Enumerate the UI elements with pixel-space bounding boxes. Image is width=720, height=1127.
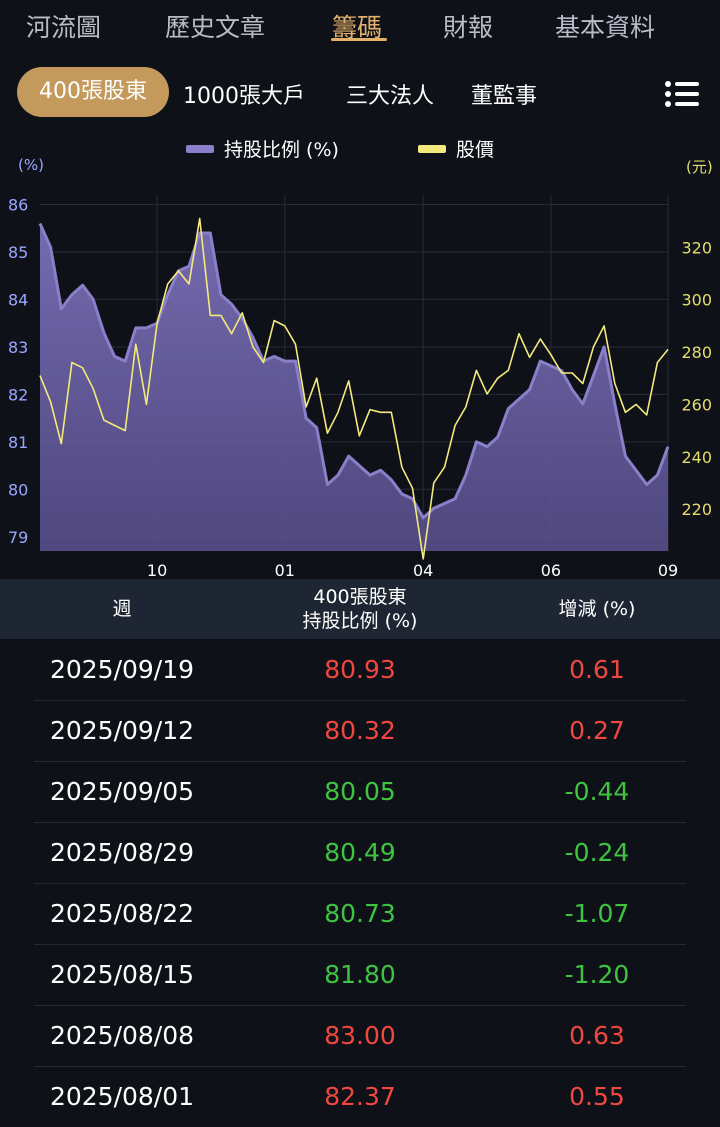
tab-basic-info[interactable]: 基本資料 (555, 8, 655, 44)
row-value: 80.49 (324, 838, 396, 867)
tab-river-chart[interactable]: 河流圖 (26, 8, 101, 44)
row-date: 2025/08/08 (49, 1021, 195, 1050)
row-date: 2025/09/12 (49, 716, 195, 745)
left-tick-label: 79 (8, 528, 28, 547)
x-tick-label: 10 (147, 561, 167, 580)
left-tick-label: 82 (8, 385, 28, 404)
row-change: -0.24 (564, 838, 630, 867)
holding-price-chart: 86 85 84 83 82 81 80 79 320 300 280 260 240 220 10 01 04… (8, 195, 712, 580)
x-tick-label: 01 (275, 561, 295, 580)
right-tick-label: 260 (681, 395, 712, 414)
header-week: 週 (112, 598, 132, 620)
left-axis-unit: (%) (18, 156, 44, 174)
active-tab-indicator (331, 38, 387, 41)
row-date: 2025/08/15 (49, 960, 195, 989)
left-tick-label: 83 (8, 338, 28, 357)
row-date: 2025/09/19 (49, 655, 195, 684)
row-change: 0.27 (569, 716, 625, 745)
sub-tab-bar: 400張股東 1000張大戶 三大法人 董監事 (0, 62, 720, 122)
tab-financials[interactable]: 財報 (443, 8, 493, 44)
row-change: 0.55 (569, 1082, 625, 1111)
row-date: 2025/08/22 (49, 899, 195, 928)
subtab-directors[interactable]: 董監事 (471, 78, 537, 110)
right-axis-unit: (元) (686, 158, 713, 176)
list-menu-icon[interactable] (664, 80, 700, 108)
table-header: 週 400張股東 持股比例 (%) 增減 (%) (0, 579, 720, 639)
table-row[interactable]: 2025/09/19 80.93 0.61 (34, 640, 686, 701)
legend-holding: 持股比例 (%) (186, 135, 339, 162)
left-tick-label: 86 (8, 195, 28, 214)
row-date: 2025/09/05 (49, 777, 195, 806)
row-value: 83.00 (324, 1021, 396, 1050)
chart-legend: 持股比例 (%) 股價 (0, 135, 720, 165)
right-tick-label: 280 (681, 343, 712, 362)
header-holding-line2: 持股比例 (%) (302, 610, 418, 632)
row-value: 82.37 (324, 1082, 396, 1111)
row-date: 2025/08/29 (49, 838, 195, 867)
header-holding-line1: 400張股東 (313, 586, 407, 608)
table-row[interactable]: 2025/09/05 80.05 -0.44 (34, 762, 686, 823)
legend-price: 股價 (418, 135, 494, 162)
table-row[interactable]: 2025/08/29 80.49 -0.24 (34, 823, 686, 884)
header-holding: 400張股東 持股比例 (%) (240, 585, 480, 633)
row-value: 80.73 (324, 899, 396, 928)
subtab-1000-holders[interactable]: 1000張大戶 (183, 78, 305, 110)
row-value: 80.93 (324, 655, 396, 684)
subtab-institutional[interactable]: 三大法人 (346, 78, 434, 110)
left-tick-label: 80 (8, 480, 28, 499)
legend-holding-label: 持股比例 (%) (224, 139, 339, 161)
row-value: 80.05 (324, 777, 396, 806)
right-tick-label: 300 (681, 291, 712, 310)
tab-history-articles[interactable]: 歷史文章 (165, 8, 265, 44)
row-value: 80.32 (324, 716, 396, 745)
row-change: -0.44 (564, 777, 630, 806)
legend-price-swatch (418, 144, 446, 153)
left-tick-label: 81 (8, 433, 28, 452)
table-row[interactable]: 2025/08/01 82.37 0.55 (34, 1067, 686, 1127)
row-change: 0.61 (569, 655, 625, 684)
row-change: -1.20 (564, 960, 630, 989)
row-change: 0.63 (569, 1021, 625, 1050)
row-value: 81.80 (324, 960, 396, 989)
left-tick-label: 85 (8, 243, 28, 262)
header-change: 增減 (%) (558, 598, 636, 620)
top-tab-bar: 河流圖 歷史文章 籌碼 財報 基本資料 (0, 0, 720, 50)
legend-holding-swatch (186, 144, 214, 153)
x-tick-label: 09 (658, 561, 678, 580)
table-row[interactable]: 2025/09/12 80.32 0.27 (34, 701, 686, 762)
row-change: -1.07 (564, 899, 630, 928)
row-date: 2025/08/01 (49, 1082, 195, 1111)
holding-area (40, 223, 668, 551)
table-row[interactable]: 2025/08/22 80.73 -1.07 (34, 884, 686, 945)
table-row[interactable]: 2025/08/15 81.80 -1.20 (34, 945, 686, 1006)
table-row[interactable]: 2025/08/08 83.00 0.63 (34, 1006, 686, 1067)
legend-price-label: 股價 (456, 139, 495, 161)
right-tick-label: 320 (681, 238, 712, 257)
x-tick-label: 06 (541, 561, 561, 580)
right-tick-label: 240 (681, 448, 712, 467)
right-tick-label: 220 (681, 500, 712, 519)
subtab-400-shareholders[interactable]: 400張股東 (17, 67, 169, 117)
x-tick-label: 04 (413, 561, 433, 580)
left-tick-label: 84 (8, 290, 28, 309)
